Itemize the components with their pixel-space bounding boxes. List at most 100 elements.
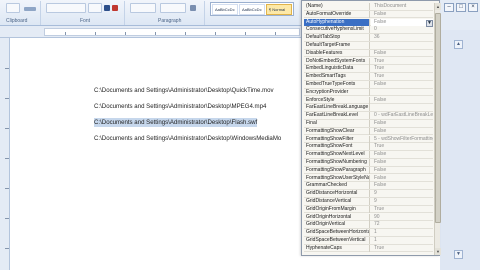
property-name[interactable]: EncryptionProvider bbox=[304, 88, 370, 96]
property-row[interactable]: DefaultTabStop 36 bbox=[304, 34, 433, 42]
property-name[interactable]: ConsecutiveHyphensLimit bbox=[304, 26, 370, 34]
property-value[interactable]: 9 bbox=[371, 190, 433, 197]
property-value[interactable]: False bbox=[371, 167, 433, 174]
font-size-box[interactable] bbox=[88, 3, 102, 13]
property-row[interactable]: GridOriginHorizontal 90 bbox=[304, 213, 433, 222]
property-row[interactable]: DefaultTargetFrame bbox=[304, 42, 433, 50]
property-row[interactable]: EmbedLinguisticData True bbox=[304, 65, 433, 73]
property-value[interactable]: 0 bbox=[371, 26, 433, 33]
style-normal[interactable]: ¶ Normal bbox=[266, 4, 292, 15]
property-row[interactable]: GridDistanceHorizontal 9 bbox=[304, 190, 433, 198]
property-row[interactable]: FormattingShowParagraph False bbox=[304, 166, 433, 175]
property-value[interactable]: ThisDocument bbox=[371, 3, 433, 10]
property-value[interactable]: False bbox=[371, 151, 433, 158]
bullets-button[interactable] bbox=[130, 3, 156, 13]
property-row[interactable]: FormattingShowNumbering False bbox=[304, 159, 433, 167]
style-swatch-2[interactable]: AaBbCcDc bbox=[239, 4, 265, 15]
text-color-icon[interactable] bbox=[112, 5, 118, 11]
scroll-up-icon[interactable]: ▲ bbox=[435, 3, 441, 10]
property-name[interactable]: GridOriginVertical bbox=[304, 221, 370, 229]
property-value[interactable]: False bbox=[371, 50, 433, 57]
property-row[interactable]: AutoHyphenation False bbox=[304, 18, 433, 27]
property-row[interactable]: DoNotEmbedSystemFonts True bbox=[304, 57, 433, 66]
document-line[interactable]: C:\Documents and Settings\Administrator\… bbox=[94, 86, 274, 95]
horizontal-ruler[interactable] bbox=[44, 28, 300, 36]
property-row[interactable]: GridSpaceBetweenVertical 1 bbox=[304, 237, 433, 245]
property-row[interactable]: EncryptionProvider bbox=[304, 88, 433, 97]
property-row[interactable]: GridOriginFromMargin True bbox=[304, 205, 433, 214]
property-value[interactable] bbox=[371, 89, 433, 96]
property-value[interactable]: 90 bbox=[371, 214, 433, 221]
property-row[interactable]: FormattingShowNextLevel False bbox=[304, 151, 433, 159]
property-value[interactable]: False bbox=[371, 182, 433, 189]
property-value[interactable]: 72 bbox=[371, 221, 433, 228]
property-row[interactable]: FarEastLineBreakLanguage bbox=[304, 104, 433, 112]
property-row[interactable]: ConsecutiveHyphensLimit 0 bbox=[304, 26, 433, 34]
close-icon[interactable]: × bbox=[468, 3, 478, 12]
property-name[interactable]: EnforceStyle bbox=[304, 96, 370, 104]
properties-scrollbar[interactable]: ▲ ▼ bbox=[434, 3, 441, 255]
document-page[interactable]: C:\Documents and Settings\Administrator\… bbox=[48, 38, 308, 270]
property-value[interactable] bbox=[371, 42, 433, 49]
property-value[interactable]: True bbox=[371, 143, 433, 150]
property-value[interactable]: True bbox=[371, 206, 433, 213]
property-name[interactable]: EmbedLinguisticData bbox=[304, 65, 370, 73]
property-value[interactable]: False bbox=[371, 128, 433, 135]
property-value[interactable]: True bbox=[371, 65, 433, 72]
vertical-ruler[interactable] bbox=[0, 38, 10, 270]
minimize-icon[interactable]: – bbox=[444, 3, 454, 12]
property-value[interactable]: True bbox=[371, 245, 433, 252]
property-row[interactable]: Final False bbox=[304, 120, 433, 128]
property-row[interactable]: EnforceStyle False bbox=[304, 96, 433, 105]
property-name[interactable]: FarEastLineBreakLanguage bbox=[304, 104, 370, 112]
property-value[interactable]: False bbox=[371, 120, 433, 127]
property-value[interactable]: 9 bbox=[371, 198, 433, 205]
property-value[interactable]: False bbox=[371, 81, 433, 88]
property-value[interactable]: 1 bbox=[371, 237, 433, 244]
property-name[interactable]: GrammarChecked bbox=[304, 182, 370, 190]
property-name[interactable]: EmbedSmartTags bbox=[304, 73, 370, 81]
property-value[interactable]: 1 bbox=[371, 229, 433, 236]
property-name[interactable]: GridDistanceHorizontal bbox=[304, 190, 370, 198]
grow-font-icon[interactable] bbox=[104, 5, 110, 11]
property-value[interactable]: 36 bbox=[371, 34, 433, 41]
paste-button[interactable] bbox=[6, 3, 20, 13]
property-row[interactable]: FormattingShowClear False bbox=[304, 127, 433, 136]
property-value[interactable]: True bbox=[371, 58, 433, 65]
font-name-box[interactable] bbox=[46, 3, 86, 13]
restore-icon[interactable]: □ bbox=[456, 3, 466, 12]
scrollbar-thumb[interactable] bbox=[435, 13, 441, 223]
paragraph-mark-icon[interactable] bbox=[190, 5, 196, 11]
property-row[interactable]: FormattingShowUserStyleNameFalse bbox=[304, 174, 433, 183]
property-value[interactable] bbox=[371, 104, 433, 111]
property-name[interactable]: FormattingShowNextLevel bbox=[304, 151, 370, 159]
property-name[interactable]: (Name) bbox=[304, 3, 370, 10]
property-name[interactable]: FormattingShowClear bbox=[304, 127, 370, 135]
property-row[interactable]: FormattingShowFilter 5 - wdShowFilterForm… bbox=[304, 135, 433, 144]
property-row[interactable]: (Name) ThisDocument bbox=[304, 3, 433, 11]
property-name[interactable]: GridDistanceVertical bbox=[304, 198, 370, 205]
property-name[interactable]: HyphenateCaps bbox=[304, 244, 370, 252]
scroll-up-icon[interactable]: ▲ bbox=[454, 40, 463, 49]
style-gallery[interactable]: AaBbCcDc AaBbCcDc ¶ Normal bbox=[210, 2, 294, 16]
property-row[interactable]: AutoFormatOverride False bbox=[304, 10, 433, 19]
property-name[interactable]: DefaultTabStop bbox=[304, 34, 370, 42]
property-row[interactable]: FarEastLineBreakLevel 0 - wdFarEastLineBr… bbox=[304, 112, 433, 120]
property-value[interactable]: False bbox=[371, 159, 433, 166]
property-row[interactable]: GridOriginVertical 72 bbox=[304, 221, 433, 229]
property-name[interactable]: GridSpaceBetweenHorizontal bbox=[304, 229, 370, 237]
property-row[interactable]: HyphenateCaps True bbox=[304, 244, 433, 253]
property-name[interactable]: GridSpaceBetweenVertical bbox=[304, 237, 370, 244]
property-row[interactable]: GrammarChecked False bbox=[304, 182, 433, 190]
property-name[interactable]: DisableFeatures bbox=[304, 49, 370, 57]
property-name[interactable]: AutoFormatOverride bbox=[304, 10, 370, 18]
property-name[interactable]: FormattingShowFilter bbox=[304, 135, 370, 143]
property-name[interactable]: EmbedTrueTypeFonts bbox=[304, 81, 370, 88]
scroll-down-icon[interactable]: ▼ bbox=[454, 250, 463, 259]
property-row[interactable]: GridDistanceVertical 9 bbox=[304, 198, 433, 206]
property-name[interactable]: AutoHyphenation bbox=[304, 18, 370, 26]
property-name[interactable]: GridOriginHorizontal bbox=[304, 213, 370, 221]
property-name[interactable]: DoNotEmbedSystemFonts bbox=[304, 57, 370, 65]
scroll-down-icon[interactable]: ▼ bbox=[435, 248, 441, 255]
property-name[interactable]: FormattingShowParagraph bbox=[304, 166, 370, 174]
